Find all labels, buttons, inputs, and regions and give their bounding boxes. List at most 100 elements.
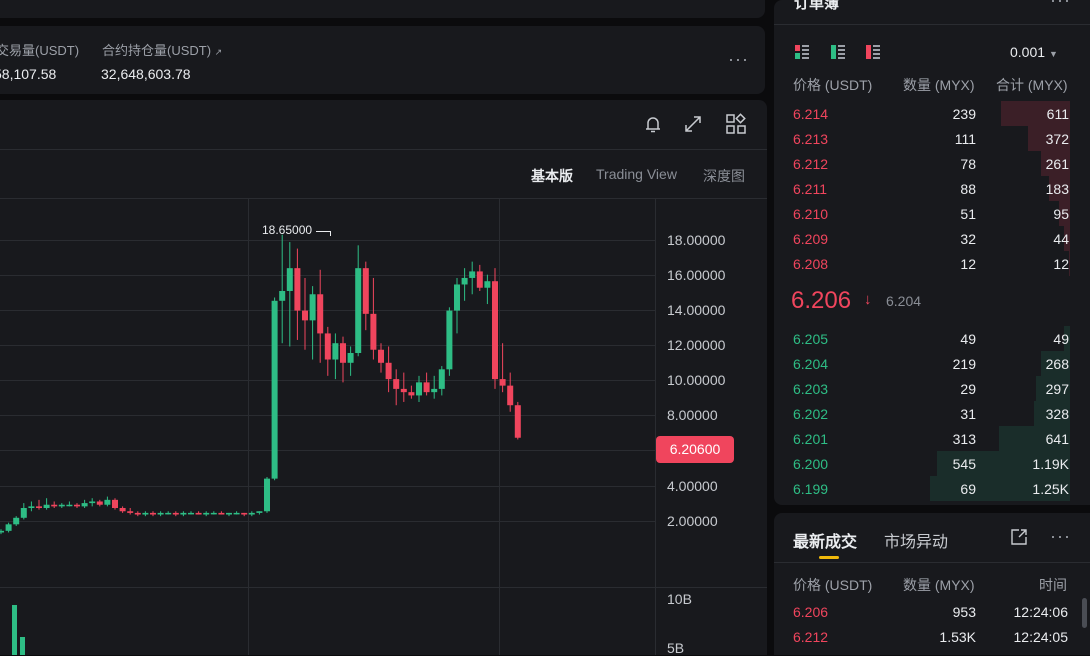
open-interest-label[interactable]: 合约持仓量(USDT) ↗ bbox=[102, 40, 222, 59]
candle-body[interactable] bbox=[438, 369, 445, 389]
candle-body[interactable] bbox=[294, 268, 301, 311]
candle-body[interactable] bbox=[51, 504, 58, 507]
candle-body[interactable] bbox=[362, 268, 369, 314]
candle-body[interactable] bbox=[58, 504, 65, 507]
candle-body[interactable] bbox=[142, 512, 149, 515]
layout-grid-icon[interactable] bbox=[725, 113, 747, 135]
candle-body[interactable] bbox=[210, 512, 217, 515]
tab-latest-trades[interactable]: 最新成交 bbox=[793, 528, 857, 552]
candle-body[interactable] bbox=[241, 512, 248, 515]
candle-body[interactable] bbox=[317, 294, 324, 334]
candle-body[interactable] bbox=[499, 379, 506, 386]
candle-body[interactable] bbox=[332, 343, 339, 360]
candle-body[interactable] bbox=[226, 512, 232, 515]
candle-body[interactable] bbox=[469, 271, 476, 278]
candle-body[interactable] bbox=[492, 281, 498, 380]
tab-trading-view[interactable]: Trading View bbox=[596, 166, 677, 182]
candle-body[interactable] bbox=[218, 512, 225, 515]
ask-row[interactable]: 6.214 239 611 bbox=[774, 101, 1090, 126]
bid-row[interactable]: 6.200 545 1.19K bbox=[774, 451, 1090, 476]
candle-body[interactable] bbox=[233, 512, 240, 515]
candle-body[interactable] bbox=[286, 268, 293, 291]
ask-row[interactable]: 6.209 32 44 bbox=[774, 226, 1090, 251]
candle-body[interactable] bbox=[347, 353, 354, 363]
view-both-icon[interactable] bbox=[795, 45, 809, 59]
candle-body[interactable] bbox=[20, 508, 27, 518]
candle-body[interactable] bbox=[127, 511, 134, 513]
candle-body[interactable] bbox=[157, 512, 164, 515]
candle-body[interactable] bbox=[378, 349, 384, 363]
candle-body[interactable] bbox=[264, 478, 270, 512]
candle-body[interactable] bbox=[112, 499, 118, 508]
popout-icon[interactable] bbox=[1010, 528, 1028, 546]
candle-body[interactable] bbox=[248, 512, 255, 515]
view-asks-icon[interactable] bbox=[866, 45, 880, 59]
tab-depth-chart[interactable]: 深度图 bbox=[703, 166, 745, 186]
candle-body[interactable] bbox=[96, 501, 103, 505]
trades-more-icon[interactable]: ··· bbox=[1050, 526, 1071, 547]
candle-body[interactable] bbox=[43, 504, 50, 508]
candle-body[interactable] bbox=[13, 517, 20, 525]
candle-body[interactable] bbox=[74, 504, 80, 507]
candle-body[interactable] bbox=[119, 508, 126, 512]
candle-body[interactable] bbox=[393, 379, 400, 389]
orderbook-more-icon[interactable]: ··· bbox=[1050, 0, 1071, 11]
bell-icon[interactable] bbox=[642, 113, 664, 135]
view-bids-icon[interactable] bbox=[831, 45, 845, 59]
candlestick-chart[interactable] bbox=[0, 199, 655, 655]
ask-row[interactable]: 6.211 88 183 bbox=[774, 176, 1090, 201]
candle-body[interactable] bbox=[355, 268, 362, 353]
trades-scrollbar[interactable] bbox=[1082, 598, 1087, 628]
ask-row[interactable]: 6.213 111 372 bbox=[774, 126, 1090, 151]
candle-body[interactable] bbox=[89, 501, 96, 504]
candle-body[interactable] bbox=[36, 506, 42, 508]
ask-row[interactable]: 6.210 51 95 bbox=[774, 201, 1090, 226]
candle-body[interactable] bbox=[165, 512, 172, 515]
candle-body[interactable] bbox=[408, 392, 415, 396]
stats-more-icon[interactable]: ··· bbox=[728, 49, 749, 70]
candle-body[interactable] bbox=[446, 310, 453, 370]
candle-body[interactable] bbox=[104, 499, 111, 505]
ask-row[interactable]: 6.212 78 261 bbox=[774, 151, 1090, 176]
candle-body[interactable] bbox=[271, 300, 278, 479]
tab-basic[interactable]: 基本版 bbox=[531, 166, 573, 186]
candle-body[interactable] bbox=[66, 504, 73, 507]
candle-body[interactable] bbox=[150, 512, 156, 515]
candle-body[interactable] bbox=[195, 512, 202, 515]
candle-body[interactable] bbox=[302, 310, 308, 321]
candle-body[interactable] bbox=[309, 294, 316, 321]
candle-body[interactable] bbox=[340, 343, 346, 363]
bid-row[interactable]: 6.199 69 1.25K bbox=[774, 476, 1090, 501]
candle-body[interactable] bbox=[385, 362, 392, 380]
bid-row[interactable]: 6.203 29 297 bbox=[774, 376, 1090, 401]
candle-body[interactable] bbox=[461, 277, 468, 285]
candle-body[interactable] bbox=[0, 530, 4, 533]
tab-market-movers[interactable]: 市场异动 bbox=[884, 528, 948, 552]
bid-row[interactable]: 6.205 49 49 bbox=[774, 326, 1090, 351]
bid-row[interactable]: 6.204 219 268 bbox=[774, 351, 1090, 376]
candle-body[interactable] bbox=[324, 333, 331, 360]
precision-select[interactable]: 0.001 ▼ bbox=[1010, 44, 1058, 60]
candle-body[interactable] bbox=[256, 511, 263, 513]
candle-body[interactable] bbox=[172, 512, 179, 515]
expand-icon[interactable] bbox=[682, 113, 704, 135]
candle-body[interactable] bbox=[134, 512, 141, 515]
candle-body[interactable] bbox=[416, 382, 422, 396]
candle-body[interactable] bbox=[28, 506, 35, 508]
candle-body[interactable] bbox=[476, 271, 483, 288]
candle-body[interactable] bbox=[180, 512, 187, 515]
bid-row[interactable]: 6.202 31 328 bbox=[774, 401, 1090, 426]
candle-body[interactable] bbox=[507, 385, 514, 406]
candle-body[interactable] bbox=[431, 388, 438, 393]
candle-body[interactable] bbox=[423, 382, 430, 393]
candle-body[interactable] bbox=[370, 313, 377, 350]
candle-body[interactable] bbox=[454, 284, 460, 311]
ask-row[interactable]: 6.208 12 12 bbox=[774, 251, 1090, 276]
candle-body[interactable] bbox=[400, 388, 407, 393]
candle-body[interactable] bbox=[279, 291, 286, 301]
candle-body[interactable] bbox=[81, 503, 88, 507]
candle-body[interactable] bbox=[5, 524, 12, 531]
candle-body[interactable] bbox=[188, 512, 194, 515]
candle-body[interactable] bbox=[203, 512, 210, 515]
candle-body[interactable] bbox=[514, 405, 521, 438]
